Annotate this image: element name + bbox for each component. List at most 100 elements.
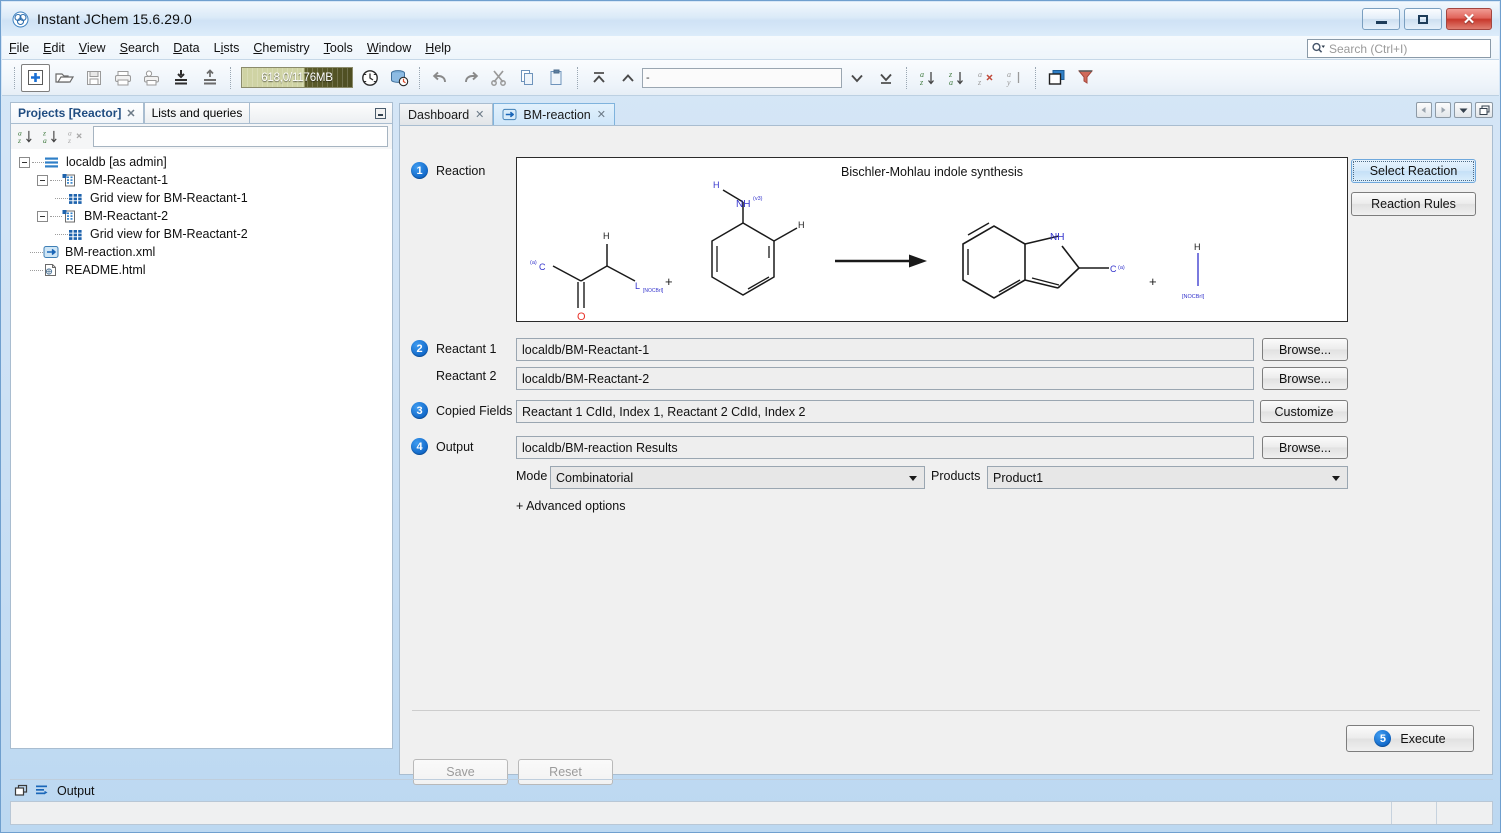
execute-button[interactable]: 5 Execute (1346, 725, 1474, 752)
tree-item-bm-reaction-xml[interactable]: BM-reaction.xml (11, 243, 392, 261)
tab-dashboard[interactable]: Dashboard ✕ (399, 103, 493, 125)
menu-search[interactable]: Search (113, 38, 167, 58)
select-reaction-button[interactable]: Select Reaction (1351, 159, 1476, 183)
paste-icon[interactable] (542, 64, 571, 92)
menu-bar: File Edit View Search Data Lists Chemist… (2, 36, 1499, 60)
row-combo-value: - (646, 72, 650, 84)
maximize-button[interactable] (1404, 8, 1442, 30)
menu-tools[interactable]: Tools (317, 38, 360, 58)
minimize-icon (1376, 21, 1387, 24)
copied-fields-input[interactable]: Reactant 1 CdId, Index 1, Reactant 2 CdI… (516, 400, 1254, 423)
reaction-file-icon (43, 245, 60, 260)
restore-window-icon[interactable] (14, 784, 28, 797)
chevron-down-icon (1332, 476, 1340, 481)
menu-edit[interactable]: Edit (36, 38, 72, 58)
tab-lists-and-queries[interactable]: Lists and queries (144, 102, 251, 123)
reactant-2-input[interactable]: localdb/BM-Reactant-2 (516, 367, 1254, 390)
menu-file[interactable]: File (2, 38, 36, 58)
save-icon[interactable] (79, 64, 108, 92)
output-icon[interactable] (35, 784, 50, 797)
menu-data[interactable]: Data (166, 38, 206, 58)
collapse-handle-icon[interactable] (37, 175, 48, 186)
tab-lists-label: Lists and queries (152, 106, 243, 120)
svg-text:(a): (a) (530, 260, 537, 266)
row-combo[interactable]: - (642, 68, 842, 88)
tree-line (50, 180, 62, 181)
reactant-2-browse-button[interactable]: Browse... (1262, 367, 1348, 390)
previous-row-icon[interactable] (613, 64, 642, 92)
reactant-1-browse-button[interactable]: Browse... (1262, 338, 1348, 361)
sort-custom-icon[interactable]: ay (1000, 64, 1029, 92)
filter-icon[interactable] (1071, 64, 1100, 92)
search-input[interactable]: Search (Ctrl+I) (1307, 39, 1491, 58)
sort-clear-icon[interactable]: az (65, 127, 87, 147)
minimize-panel-icon[interactable] (375, 108, 386, 119)
tree-item-bm-reactant-1[interactable]: BM-Reactant-1 (11, 171, 392, 189)
products-select[interactable]: Product1 (987, 466, 1348, 489)
export-icon[interactable] (195, 64, 224, 92)
toolbar-separator (906, 67, 907, 89)
tab-projects-reactor[interactable]: Projects [Reactor] ✕ (10, 102, 144, 123)
tab-list-icon[interactable] (1454, 102, 1472, 118)
window-arrange-icon[interactable] (1042, 64, 1071, 92)
reactant-2-label: Reactant 2 (436, 369, 496, 383)
scroll-right-icon[interactable] (1435, 102, 1451, 118)
step-badge-1: 1 (411, 162, 428, 179)
output-browse-button[interactable]: Browse... (1262, 436, 1348, 459)
output-input[interactable]: localdb/BM-reaction Results (516, 436, 1254, 459)
sort-asc-icon[interactable]: az (913, 64, 942, 92)
tab-bm-reaction[interactable]: BM-reaction ✕ (493, 103, 615, 125)
tree-item-bm-reactant-2[interactable]: BM-Reactant-2 (11, 207, 392, 225)
close-button[interactable]: ✕ (1446, 8, 1492, 30)
print-icon[interactable] (108, 64, 137, 92)
collapse-handle-icon[interactable] (37, 211, 48, 222)
maximize-window-icon[interactable] (1475, 102, 1493, 118)
reaction-rules-button[interactable]: Reaction Rules (1351, 192, 1476, 216)
reactant-2-label-group: Reactant 2 (436, 369, 496, 383)
sort-az-icon[interactable]: az (15, 127, 37, 147)
menu-help[interactable]: Help (418, 38, 458, 58)
tree-item-grid-view-2[interactable]: Grid view for BM-Reactant-2 (11, 225, 392, 243)
menu-window[interactable]: Window (360, 38, 418, 58)
next-row-icon[interactable] (842, 64, 871, 92)
sort-za-icon[interactable]: za (40, 127, 62, 147)
reactant-1-input[interactable]: localdb/BM-Reactant-1 (516, 338, 1254, 361)
sort-desc-icon[interactable]: za (942, 64, 971, 92)
sort-clear-icon[interactable]: az (971, 64, 1000, 92)
last-row-icon[interactable] (871, 64, 900, 92)
import-icon[interactable] (166, 64, 195, 92)
clock-icon[interactable] (355, 64, 384, 92)
svg-text:+: + (665, 274, 673, 289)
tree-item-readme-html[interactable]: README.html (11, 261, 392, 279)
tree-line (32, 162, 44, 163)
close-icon[interactable]: ✕ (597, 108, 606, 121)
mode-select[interactable]: Combinatorial (550, 466, 925, 489)
tree-item-grid-view-1[interactable]: Grid view for BM-Reactant-1 (11, 189, 392, 207)
collapse-handle-icon[interactable] (19, 157, 30, 168)
memory-gauge[interactable]: 618,0/1176MB (241, 67, 353, 88)
new-project-icon[interactable] (21, 64, 50, 92)
menu-lists[interactable]: Lists (207, 38, 247, 58)
database-clock-icon[interactable] (384, 64, 413, 92)
copy-icon[interactable] (513, 64, 542, 92)
tree-item-localdb[interactable]: localdb [as admin] (11, 153, 392, 171)
advanced-options-toggle[interactable]: + Advanced options (516, 499, 625, 513)
cut-icon[interactable] (484, 64, 513, 92)
menu-chemistry[interactable]: Chemistry (246, 38, 316, 58)
output-tab-label[interactable]: Output (57, 784, 95, 798)
customize-button[interactable]: Customize (1260, 400, 1348, 423)
print-preview-icon[interactable] (137, 64, 166, 92)
chevron-down-icon (909, 476, 917, 481)
maximize-icon (1418, 15, 1428, 24)
open-project-icon[interactable] (50, 64, 79, 92)
menu-view[interactable]: View (72, 38, 113, 58)
tree-filter-input[interactable] (93, 126, 388, 147)
undo-icon[interactable] (426, 64, 455, 92)
minimize-button[interactable] (1362, 8, 1400, 30)
close-icon[interactable]: ✕ (126, 107, 135, 120)
scroll-left-icon[interactable] (1416, 102, 1432, 118)
reaction-scheme-view[interactable]: Bischler-Mohlau indole synthesis C (516, 157, 1348, 322)
first-row-icon[interactable] (584, 64, 613, 92)
close-icon[interactable]: ✕ (475, 108, 484, 121)
redo-icon[interactable] (455, 64, 484, 92)
